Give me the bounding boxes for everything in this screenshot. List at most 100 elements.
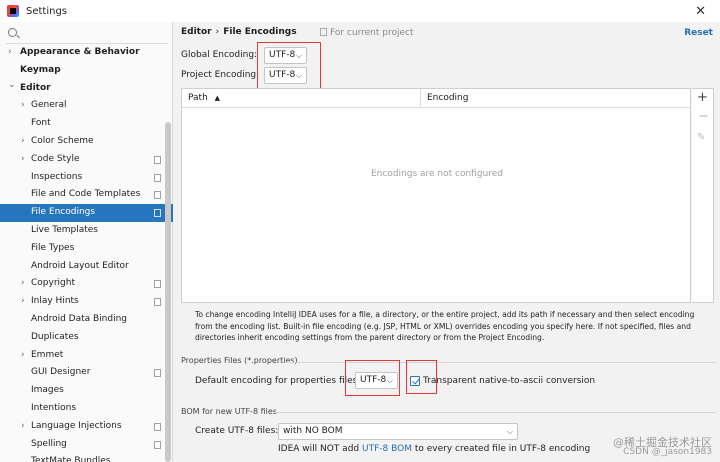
create-utf8-value: with NO BOM: [283, 426, 343, 436]
sidebar-item-appearance-behavior[interactable]: › Appearance & Behavior: [0, 44, 173, 62]
sidebar-item-label: Color Scheme: [31, 135, 94, 146]
sidebar-item-label: Appearance & Behavior: [20, 47, 140, 57]
watermark-csdn: CSDN @_jason1983: [623, 447, 712, 457]
column-header-path[interactable]: Path ▲: [182, 89, 421, 108]
sidebar-item-gui-designer[interactable]: GUI Designer: [0, 364, 173, 382]
chevron-down-icon[interactable]: ⌄: [8, 77, 16, 95]
project-scope-icon: [154, 191, 161, 200]
sidebar-item-label: Spelling: [31, 438, 67, 449]
default-properties-encoding-label: Default encoding for properties files:: [195, 376, 361, 386]
window-title: Settings: [26, 5, 68, 17]
sidebar-item-label: Android Layout Editor: [31, 260, 129, 271]
sidebar-item-label: TextMate Bundles: [31, 456, 111, 462]
sidebar-item-label: Language Injections: [31, 420, 122, 431]
sidebar-item-label: Intentions: [31, 402, 77, 413]
sidebar-item-label: Emmet: [31, 349, 64, 360]
chevron-right-icon[interactable]: ›: [8, 44, 12, 62]
close-icon[interactable]: ✕: [695, 4, 706, 19]
sidebar-item-inlay-hints[interactable]: › Inlay Hints: [0, 293, 173, 311]
sidebar-item-label: Images: [31, 385, 64, 396]
sidebar-item-label: File Types: [31, 242, 75, 253]
chevron-right-icon[interactable]: ›: [21, 133, 25, 151]
sidebar-item-keymap[interactable]: Keymap: [0, 62, 173, 80]
chevron-right-icon[interactable]: ›: [21, 293, 25, 311]
chevron-right-icon[interactable]: ›: [21, 418, 25, 436]
chevron-right-icon[interactable]: ›: [21, 151, 25, 169]
sidebar-item-editor[interactable]: ⌄ Editor: [0, 80, 173, 98]
chevron-right-icon[interactable]: ›: [21, 275, 25, 293]
section-divider: [274, 412, 716, 413]
utf8-bom-link[interactable]: UTF-8 BOM: [362, 444, 412, 454]
create-utf8-select[interactable]: with NO BOM ⌵: [278, 423, 518, 440]
sidebar-item-label: GUI Designer: [31, 367, 91, 378]
sidebar-scrollbar[interactable]: [165, 122, 171, 462]
table-toolbar: + − ✎: [692, 88, 714, 303]
sidebar-item-file-and-code-templates[interactable]: File and Code Templates: [0, 186, 173, 204]
project-scope-icon: [154, 298, 161, 307]
global-encoding-label: Global Encoding:: [181, 50, 258, 60]
project-encoding-label: Project Encoding:: [181, 70, 260, 80]
sidebar-item-file-types[interactable]: File Types: [0, 240, 173, 258]
sidebar-item-images[interactable]: Images: [0, 382, 173, 400]
bom-section-title: BOM for new UTF-8 files: [181, 407, 277, 416]
sidebar-item-android-data-binding[interactable]: Android Data Binding: [0, 311, 173, 329]
bom-note-suffix: to every created file in UTF-8 encoding: [411, 444, 591, 454]
sidebar-item-file-encodings[interactable]: File Encodings: [0, 204, 173, 222]
sidebar-item-code-style[interactable]: › Code Style: [0, 151, 173, 169]
transparent-conversion-label: Transparent native-to-ascii conversion: [423, 376, 596, 386]
column-header-encoding[interactable]: Encoding: [421, 89, 691, 108]
breadcrumb-file-encodings: File Encodings: [223, 27, 297, 37]
sidebar-item-color-scheme[interactable]: › Color Scheme: [0, 133, 173, 151]
sidebar-item-general[interactable]: › General: [0, 97, 173, 115]
project-scope-icon: [154, 369, 161, 378]
search-icon: [8, 28, 17, 37]
sidebar-item-label: Inspections: [31, 171, 83, 182]
sidebar-item-label: File and Code Templates: [31, 189, 141, 200]
sidebar-item-label: Keymap: [20, 64, 61, 75]
sidebar-item-live-templates[interactable]: Live Templates: [0, 222, 173, 240]
sidebar-item-label: Copyright: [31, 278, 75, 289]
settings-tree: › Appearance & Behavior Keymap ⌄ Editor › Gene…: [0, 44, 173, 462]
annotation-highlight-checkbox: [406, 360, 437, 394]
breadcrumb-separator: ›: [215, 27, 220, 37]
sidebar-item-label: File Encodings: [31, 207, 96, 218]
edit-icon[interactable]: ✎: [697, 132, 705, 143]
sidebar-item-label: Code Style: [31, 153, 80, 164]
project-scope-icon: [154, 440, 161, 449]
bom-note: IDEA will NOT add UTF-8 BOM to every cre…: [278, 444, 590, 454]
sidebar-item-font[interactable]: Font: [0, 115, 173, 133]
sidebar-item-intentions[interactable]: Intentions: [0, 400, 173, 418]
project-scope-icon: [154, 280, 161, 289]
annotation-highlight-properties-encoding: [345, 360, 400, 396]
chevron-down-icon: ⌵: [506, 427, 513, 436]
sidebar-item-language-injections[interactable]: › Language Injections: [0, 418, 173, 436]
encodings-table[interactable]: Path ▲ Encoding Encodings are not config…: [181, 88, 691, 303]
sidebar-item-inspections[interactable]: Inspections: [0, 169, 173, 187]
breadcrumb: Editor › File Encodings: [181, 27, 297, 37]
bom-note-prefix: IDEA will NOT add: [278, 444, 362, 454]
sidebar-item-spelling[interactable]: Spelling: [0, 436, 173, 454]
chevron-right-icon[interactable]: ›: [21, 347, 25, 365]
sidebar-item-copyright[interactable]: › Copyright: [0, 275, 173, 293]
settings-sidebar: › Appearance & Behavior Keymap ⌄ Editor › Gene…: [0, 22, 173, 462]
intellij-app-icon: [7, 5, 19, 17]
project-scope-icon: [320, 28, 327, 36]
file-encodings-panel: Editor › File Encodings For current projec…: [174, 22, 720, 462]
project-scope-icon: [154, 173, 161, 182]
sidebar-item-label: General: [31, 100, 67, 111]
settings-search-input[interactable]: [6, 26, 168, 44]
reset-link[interactable]: Reset: [684, 28, 713, 38]
sidebar-item-label: Android Data Binding: [31, 313, 128, 324]
remove-icon[interactable]: −: [698, 109, 709, 124]
sidebar-item-duplicates[interactable]: Duplicates: [0, 329, 173, 347]
sidebar-item-android-layout-editor[interactable]: Android Layout Editor: [0, 258, 173, 276]
sidebar-item-label: Editor: [20, 82, 51, 93]
title-bar: Settings ✕: [0, 0, 720, 22]
sidebar-item-emmet[interactable]: › Emmet: [0, 347, 173, 365]
sidebar-item-textmate-bundles[interactable]: TextMate Bundles: [0, 453, 173, 462]
add-icon[interactable]: +: [697, 90, 708, 105]
project-scope-icon: [154, 209, 161, 218]
chevron-right-icon[interactable]: ›: [21, 97, 25, 115]
breadcrumb-editor: Editor: [181, 27, 212, 37]
project-scope-icon: [154, 155, 161, 164]
